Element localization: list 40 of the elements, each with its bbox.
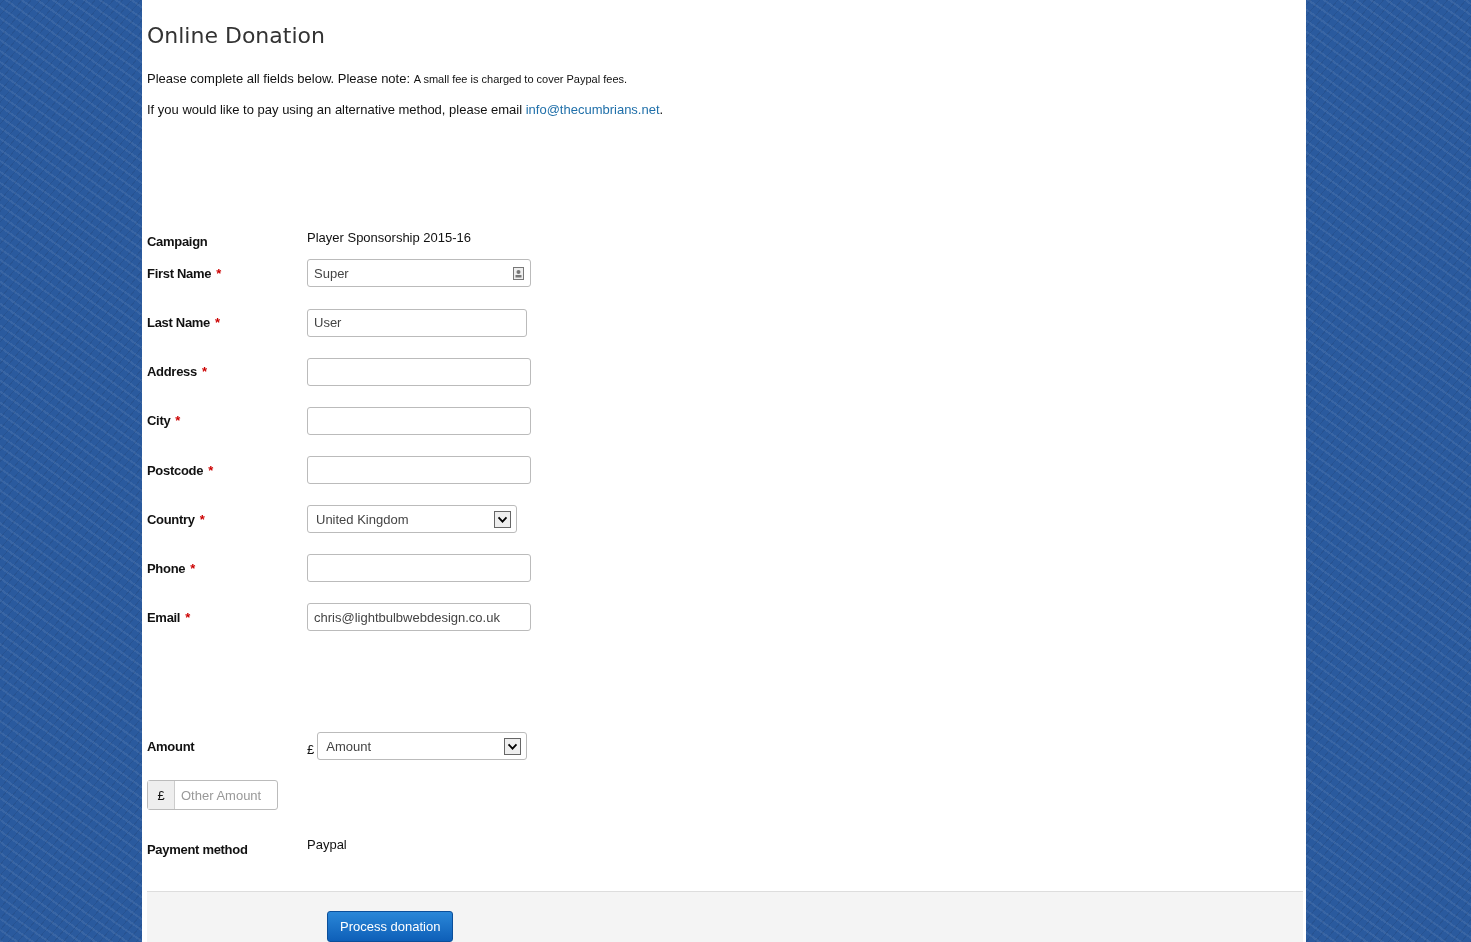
text-field[interactable] [307,357,531,386]
required-mark: * [199,511,205,527]
required-mark: * [190,560,196,576]
amount-select[interactable]: Amount [317,732,528,761]
field-label: Last Name [147,315,211,331]
country-select[interactable]: United Kingdom [307,505,517,534]
text-field[interactable] [307,554,531,583]
text-field[interactable] [307,456,531,485]
field-label: Postcode [147,462,204,478]
text-field[interactable]: Super [307,259,531,288]
required-mark: * [215,315,221,331]
alternative-payment-text: If you would like to pay using an alternative method, please email info@thecumbrians.net. [147,101,665,118]
text-field[interactable]: chris@lightbulbwebdesign.co.uk [307,603,531,632]
required-mark: * [185,609,191,625]
required-mark: * [216,266,222,281]
campaign-value: Player Sponsorship 2015-16 [307,229,473,245]
currency-symbol: £ [307,742,315,758]
caret-icon [504,737,522,755]
payment-method-value: Paypal [307,837,348,852]
field-label: Amount [147,738,196,754]
field-label: Country [147,511,195,527]
field-label: Email [147,609,181,625]
contact-card-icon[interactable] [513,267,524,280]
required-mark: * [208,462,214,478]
intro-text: Please complete all fields below. Please note: A small fee is charged to cover Paypal fees. [147,70,629,88]
caret-icon [494,510,511,528]
process-donation-button[interactable]: Process donation [327,911,454,942]
other-amount-field[interactable]: £ Other Amount [147,780,278,811]
text-field[interactable] [307,406,531,435]
field-label: Campaign [147,233,209,249]
text-field[interactable]: User [307,308,527,337]
page-title: Online Donation [147,23,326,48]
email-link[interactable]: info@thecumbrians.net [525,102,660,117]
field-label: Address [147,364,197,380]
field-label: Payment method [147,842,249,857]
field-label: First Name [147,266,212,281]
field-label: City [147,413,171,429]
field-label: Phone [147,560,186,576]
required-mark: * [175,413,181,429]
required-mark: * [201,364,207,380]
